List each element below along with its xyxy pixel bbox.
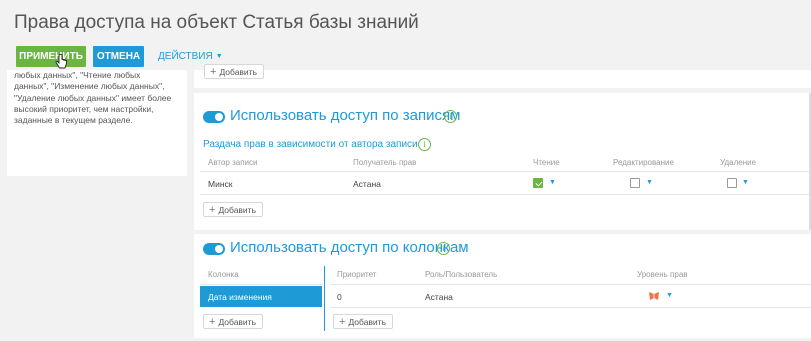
plus-icon: +	[210, 65, 217, 78]
column-header-access-level: Уровень прав	[637, 270, 688, 279]
columns-divider	[324, 266, 325, 331]
column-header-recipient: Получатель прав	[353, 158, 417, 167]
read-checkbox[interactable]	[533, 178, 543, 188]
add-button[interactable]: + Добавить	[204, 64, 265, 79]
column-header-role: Роль/Пользователь	[425, 270, 498, 279]
column-list-item-selected[interactable]: Дата изменения	[200, 286, 322, 307]
column-header-read: Чтение	[533, 158, 560, 167]
plus-icon: +	[209, 203, 216, 216]
info-icon[interactable]: i	[437, 242, 450, 255]
recipient-cell: Астана	[353, 179, 381, 189]
delete-checkbox[interactable]	[727, 178, 737, 188]
records-access-title: Использовать доступ по записям	[230, 107, 461, 124]
columns-access-toggle[interactable]	[203, 243, 225, 255]
column-header-delete: Удаление	[720, 158, 757, 167]
row-divider	[200, 194, 811, 195]
actions-label: ДЕЙСТВИЯ	[158, 51, 213, 62]
add-label: Добавить	[218, 316, 257, 327]
apply-button[interactable]: ПРИМЕНИТЬ	[16, 46, 86, 67]
add-label: Добавить	[219, 66, 258, 77]
add-label: Добавить	[218, 204, 257, 215]
access-level-icon[interactable]	[648, 291, 660, 301]
cancel-button[interactable]: ОТМЕНА	[93, 46, 144, 67]
column-header-priority: Приоритет	[337, 270, 377, 279]
chevron-down-icon[interactable]: ▼	[742, 179, 749, 186]
role-cell: Астана	[425, 292, 453, 302]
add-label: Добавить	[348, 316, 387, 327]
chevron-down-icon[interactable]: ▼	[646, 179, 653, 186]
plus-icon: +	[209, 315, 216, 328]
info-icon[interactable]: i	[418, 138, 431, 151]
add-column-button[interactable]: + Добавить	[203, 314, 264, 329]
row-divider	[200, 171, 811, 172]
row-divider	[330, 307, 811, 308]
columns-access-title: Использовать доступ по колонкам	[230, 239, 469, 256]
author-rights-subtitle: Раздача прав в зависимости от автора зап…	[203, 139, 418, 150]
hand-cursor-icon	[55, 54, 67, 69]
column-header-author: Автор записи	[208, 158, 258, 167]
row-divider	[330, 284, 811, 285]
operations-card: + Добавить	[194, 64, 811, 88]
records-access-toggle[interactable]	[203, 111, 225, 123]
chevron-down-icon[interactable]: ▼	[549, 179, 556, 186]
chevron-down-icon[interactable]: ▼	[666, 292, 673, 299]
author-cell: Минск	[208, 179, 233, 189]
edit-checkbox[interactable]	[630, 178, 640, 188]
page-title: Права доступа на объект Статья базы знан…	[14, 12, 419, 33]
column-header-edit: Редактирование	[613, 158, 674, 167]
info-icon[interactable]: i	[444, 110, 457, 123]
chevron-down-icon: ▼	[215, 53, 223, 60]
priority-cell: 0	[337, 292, 342, 302]
add-author-rule-button[interactable]: + Добавить	[203, 202, 264, 217]
column-header-column: Колонка	[208, 270, 239, 279]
row-divider	[200, 284, 322, 285]
plus-icon: +	[339, 315, 346, 328]
info-panel-text: любых данных", "Чтение любых данных", "И…	[14, 70, 172, 126]
add-column-rule-button[interactable]: + Добавить	[333, 314, 394, 329]
